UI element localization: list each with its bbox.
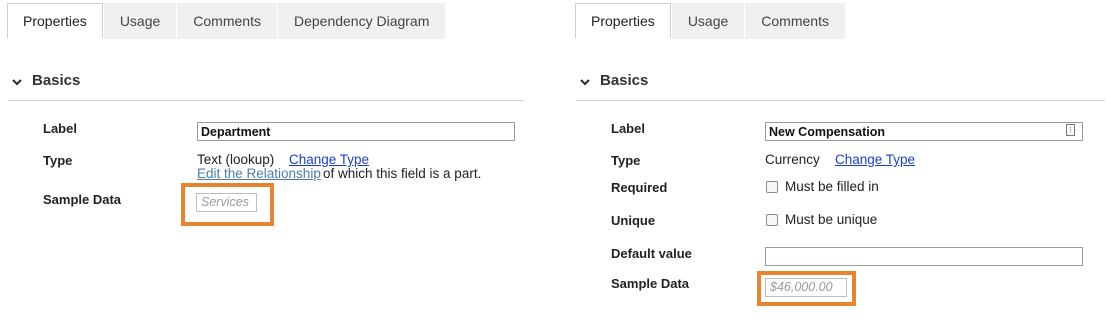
edit-relationship-link[interactable]: Edit the Relationship: [197, 166, 321, 181]
tab-bar: Properties Usage Comments: [575, 3, 846, 40]
tab-properties[interactable]: Properties: [575, 3, 671, 39]
type-field-label: Type: [43, 153, 73, 168]
unique-checkbox[interactable]: [766, 214, 778, 226]
label-input[interactable]: [765, 122, 1083, 141]
right-panel: Properties Usage Comments Basics Label ⁝…: [568, 0, 1111, 332]
required-field-label: Required: [611, 180, 668, 195]
default-value-label: Default value: [611, 246, 692, 261]
unique-checkbox-label[interactable]: Must be unique: [785, 212, 877, 227]
label-field-label: Label: [611, 121, 645, 136]
label-input[interactable]: [197, 122, 515, 141]
tab-comments[interactable]: Comments: [177, 3, 277, 39]
change-type-link[interactable]: Change Type: [835, 152, 915, 167]
change-type-link[interactable]: Change Type: [289, 152, 369, 167]
type-value: Text (lookup): [197, 152, 275, 167]
type-value: Currency: [765, 152, 820, 167]
label-field-label: Label: [43, 121, 77, 136]
left-panel: Properties Usage Comments Dependency Dia…: [0, 0, 530, 332]
section-title: Basics: [32, 72, 81, 89]
tab-usage[interactable]: Usage: [103, 3, 177, 39]
tab-bar: Properties Usage Comments Dependency Dia…: [7, 3, 446, 40]
tab-dependency-diagram[interactable]: Dependency Diagram: [277, 3, 446, 39]
chevron-down-icon[interactable]: [578, 75, 592, 89]
unique-field-label: Unique: [611, 213, 656, 228]
tab-properties[interactable]: Properties: [7, 3, 103, 39]
sample-data-input[interactable]: $46,000.00: [765, 278, 847, 297]
type-field-label: Type: [611, 153, 641, 168]
chevron-down-icon[interactable]: [10, 75, 24, 89]
section-title: Basics: [600, 72, 649, 89]
required-checkbox-label[interactable]: Must be filled in: [785, 179, 879, 194]
basics-section-header[interactable]: Basics: [576, 70, 1105, 101]
sample-data-label: Sample Data: [611, 276, 690, 291]
edit-relationship-suffix: of which this field is a part.: [323, 166, 482, 181]
field-picker-icon[interactable]: ⁝: [1066, 124, 1075, 136]
basics-section-header[interactable]: Basics: [8, 70, 524, 101]
tab-usage[interactable]: Usage: [671, 3, 745, 39]
sample-data-input[interactable]: Services: [196, 193, 257, 212]
sample-data-label: Sample Data: [43, 192, 122, 207]
required-checkbox[interactable]: [766, 181, 778, 193]
label-input-wrapper: ⁝: [765, 122, 1083, 141]
default-value-input[interactable]: [765, 247, 1083, 266]
tab-comments[interactable]: Comments: [745, 3, 845, 39]
